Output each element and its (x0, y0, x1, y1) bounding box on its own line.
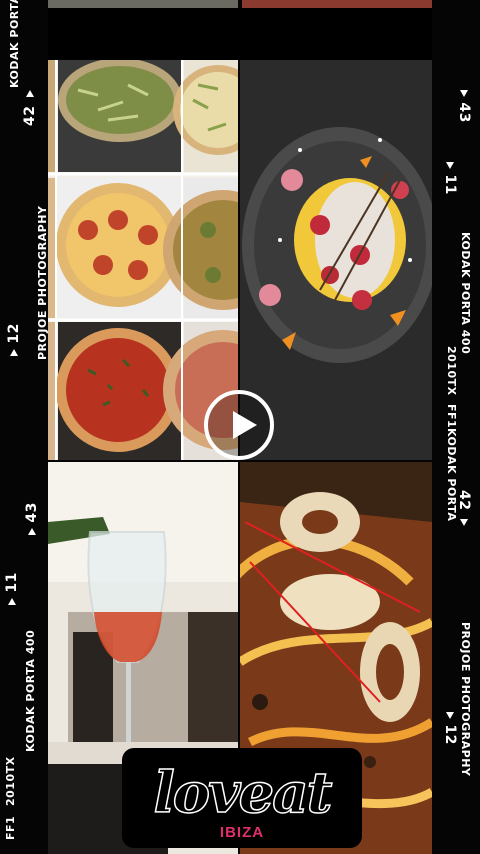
right-frame-12: 12 (442, 712, 458, 745)
right-kodak-400: KODAK PORTA 400 (459, 232, 472, 355)
logo-subtitle: IBIZA (219, 824, 265, 841)
film-frame: KODAK PORTA 42 PROJOE PHOTOGRAPHY 12 43 … (0, 0, 480, 854)
right-arrow-12-icon (446, 712, 454, 719)
left-arrow-12-icon (10, 349, 18, 356)
left-frame-number-top: 42 (22, 90, 38, 126)
left-ff1: FF1 (4, 815, 17, 840)
left-photography-label: PROJOE PHOTOGRAPHY (36, 205, 49, 360)
left-frame-11: 11 (4, 572, 20, 605)
left-frame-43: 43 (24, 502, 40, 535)
left-frame-12: 12 (6, 323, 22, 356)
right-arrow-42-icon (460, 518, 468, 526)
right-code: 2010TX (445, 346, 458, 396)
right-frame-43: 43 (456, 90, 472, 123)
left-arrow-43-icon (28, 528, 36, 535)
film-gap-top (48, 8, 432, 60)
pizza-collage (48, 60, 238, 460)
right-frame-42-text: 42 (456, 490, 472, 511)
dessert-plate-art (240, 60, 432, 460)
left-code: 2010TX (4, 756, 17, 806)
right-frame-42: 42 (456, 490, 472, 526)
play-icon (233, 411, 257, 439)
dessert-plate-photo (240, 60, 432, 460)
left-frame-42: 42 (22, 105, 38, 126)
left-frame-11-text: 11 (4, 572, 20, 593)
left-frame-43-text: 43 (24, 502, 40, 523)
right-frame-11: 11 (442, 162, 458, 195)
top-photo-right (242, 0, 432, 8)
left-arrow-11-icon (8, 598, 16, 605)
pizza-collage-art (48, 60, 238, 460)
right-frame-12-text: 12 (442, 724, 458, 745)
logo-wordmark: loveat (153, 759, 333, 827)
right-photography-label: PROJOE PHOTOGRAPHY (459, 622, 472, 777)
left-frame-arrow-icon (26, 90, 34, 98)
play-button[interactable] (204, 390, 274, 460)
right-frame-43-text: 43 (456, 102, 472, 123)
right-arrow-43-icon (460, 90, 468, 97)
left-frame-12-text: 12 (6, 323, 22, 344)
left-kodak-400: KODAK PORTA 400 (24, 629, 37, 752)
right-ff1: FF1 (445, 404, 458, 429)
right-arrow-11-icon (446, 162, 454, 169)
loveat-logo: loveat IBIZA (122, 748, 362, 848)
right-frame-11-text: 11 (442, 174, 458, 195)
top-photo-left (48, 0, 238, 8)
left-kodak-label: KODAK PORTA (8, 0, 21, 88)
